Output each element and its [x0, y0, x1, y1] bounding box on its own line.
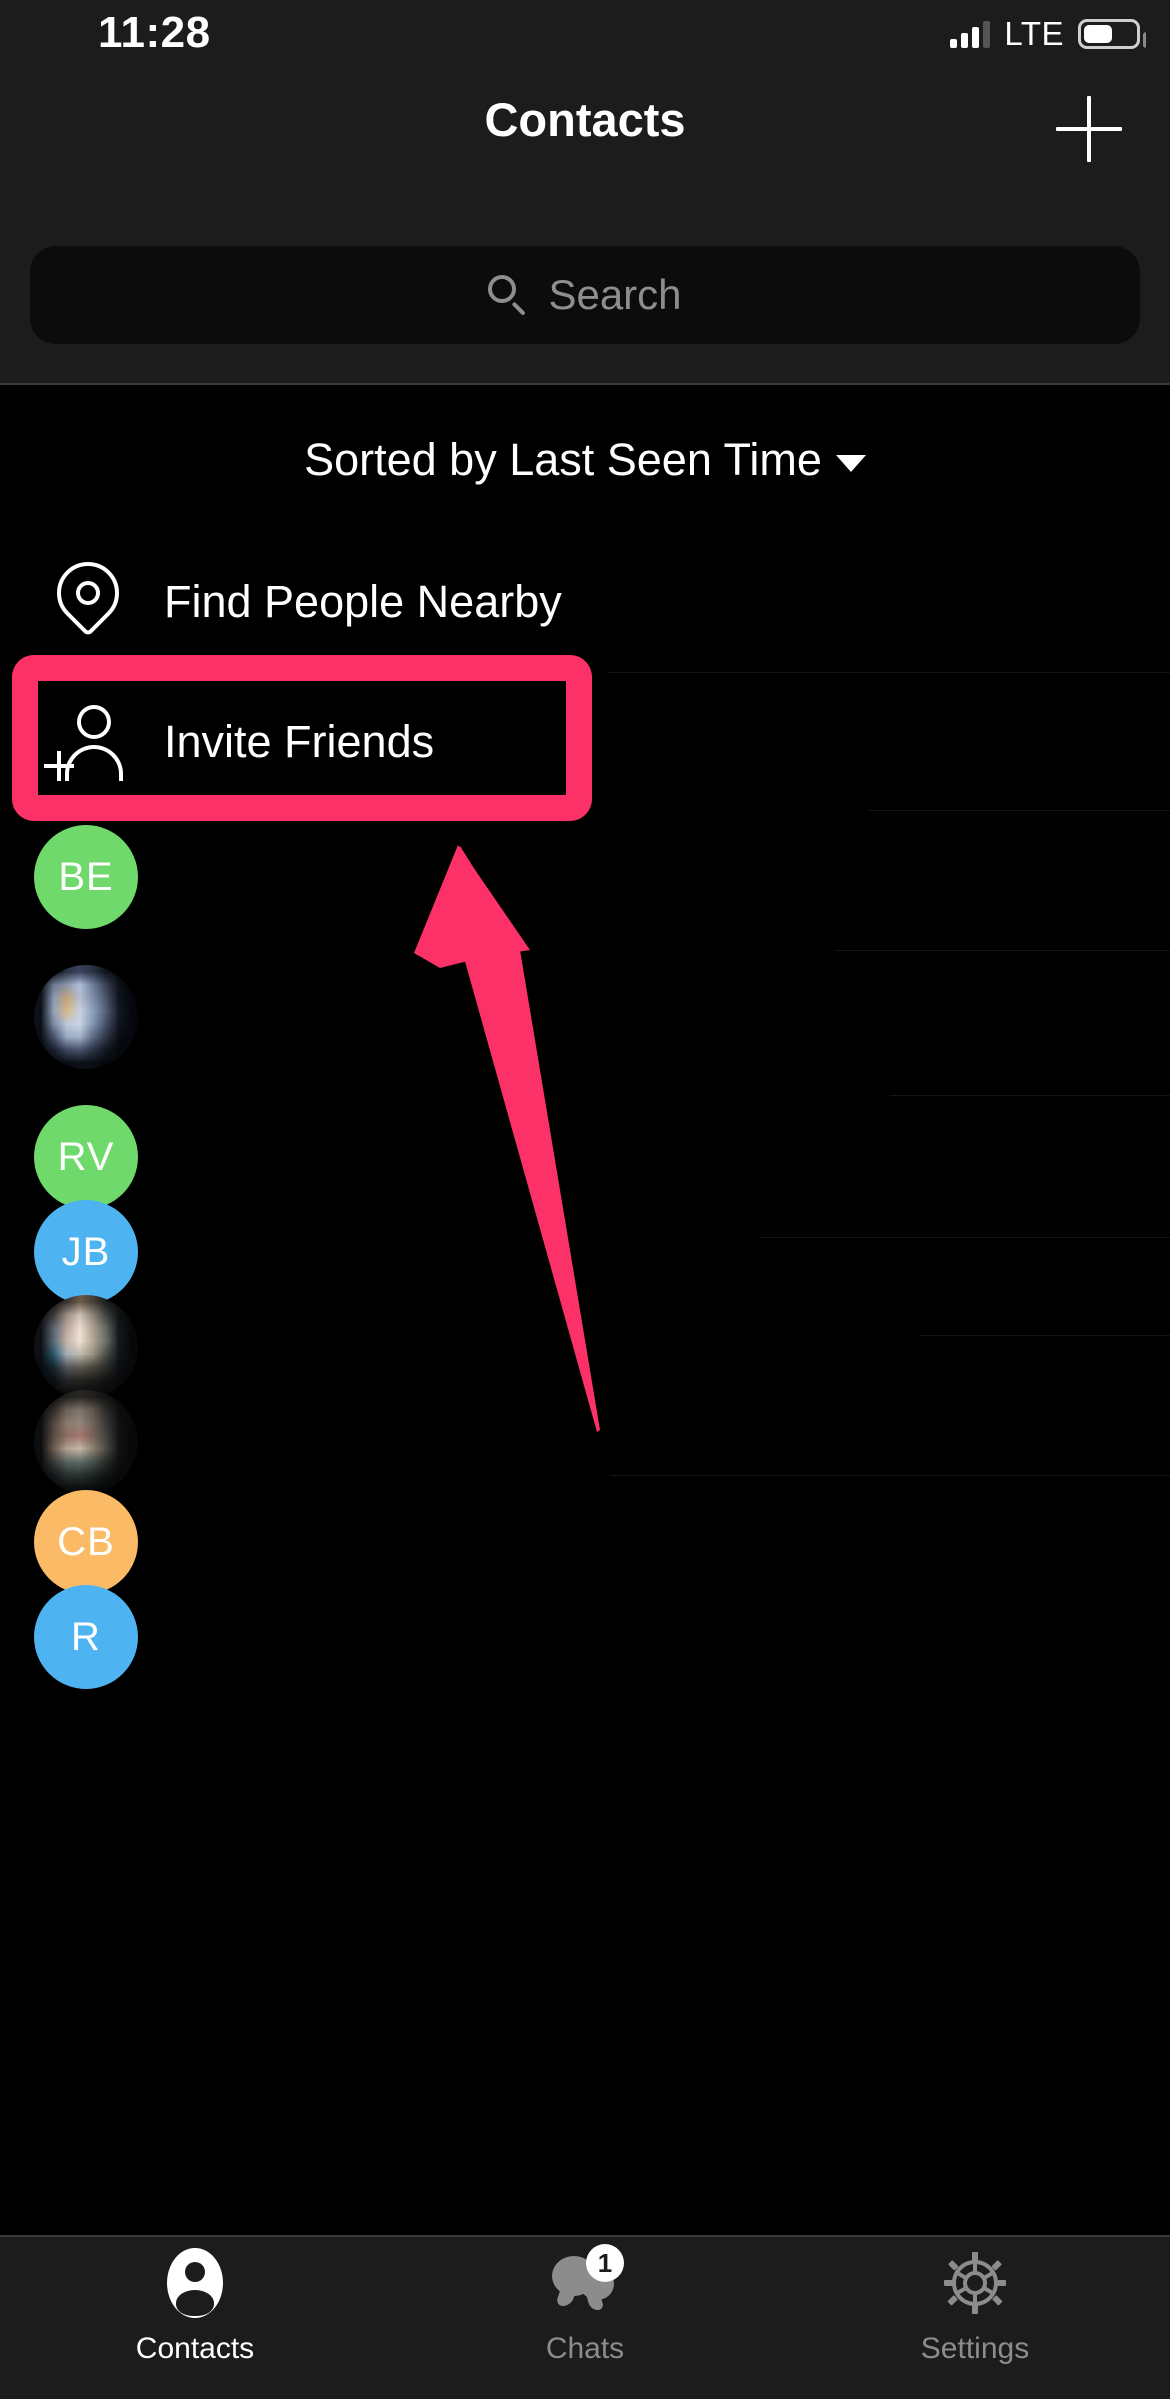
sort-label: Sorted by Last Seen Time [304, 434, 822, 485]
navigation-bar: Contacts [0, 68, 1170, 216]
contact-avatar[interactable]: R [34, 1585, 138, 1689]
action-label-invite-friends: Invite Friends [164, 716, 435, 767]
contact-avatar-photo[interactable] [34, 1390, 138, 1494]
tab-contacts[interactable]: Contacts [0, 2237, 390, 2399]
gear-icon [940, 2248, 1010, 2318]
tab-label-contacts: Contacts [135, 2332, 255, 2365]
list-separator [760, 1237, 1170, 1238]
list-separator [920, 1335, 1170, 1336]
network-type-label: LTE [1004, 15, 1064, 52]
sort-selector[interactable]: Sorted by Last Seen Time [0, 420, 1170, 500]
chats-unread-badge: 1 [586, 2244, 624, 2282]
search-area: Search [0, 216, 1170, 383]
chevron-down-icon [835, 454, 866, 472]
list-separator [608, 672, 1170, 673]
chat-bubbles-icon: 1 [550, 2244, 624, 2318]
cellular-signal-icon [950, 20, 991, 48]
list-separator [890, 1095, 1170, 1096]
action-row-invite-friends[interactable]: Invite Friends [0, 673, 1170, 811]
person-circle-icon [160, 2248, 230, 2318]
list-separator [868, 810, 1170, 811]
action-row-find-people-nearby[interactable]: Find People Nearby [0, 533, 1170, 671]
contact-avatar-photo[interactable] [34, 965, 138, 1069]
list-separator [834, 950, 1170, 951]
contact-avatar-photo[interactable] [34, 1295, 138, 1399]
contact-list[interactable]: Sorted by Last Seen Time Find People Nea… [0, 385, 1170, 2237]
bottom-tab-bar: Contacts 1 Chats Settings [0, 2235, 1170, 2399]
page-title: Contacts [484, 93, 686, 146]
search-icon [488, 275, 528, 316]
contact-avatar[interactable]: BE [34, 825, 138, 929]
contact-initials: R [71, 1614, 101, 1659]
list-separator [610, 1475, 1170, 1476]
tab-settings[interactable]: Settings [780, 2237, 1170, 2399]
contact-initials: BE [58, 854, 114, 899]
status-bar: 11:28 LTE [0, 0, 1170, 68]
phone-screen: 11:28 LTE Contacts Search Sorted by Last… [0, 0, 1170, 2399]
status-time: 11:28 [98, 8, 211, 57]
tab-chats[interactable]: 1 Chats [390, 2237, 780, 2399]
contact-avatar[interactable]: JB [34, 1200, 138, 1304]
contact-avatar[interactable]: CB [34, 1490, 138, 1594]
contact-initials: CB [57, 1519, 115, 1564]
add-contact-plus-icon[interactable] [1056, 96, 1122, 162]
person-add-icon [40, 703, 136, 781]
map-pin-icon [40, 549, 136, 642]
tab-label-settings: Settings [920, 2332, 1030, 2365]
contact-initials: JB [61, 1229, 111, 1274]
tab-label-chats: Chats [545, 2332, 625, 2365]
action-label-find-people-nearby: Find People Nearby [164, 576, 562, 627]
search-placeholder: Search [548, 271, 682, 318]
contact-avatar[interactable]: RV [34, 1105, 138, 1209]
search-input[interactable]: Search [30, 246, 1140, 344]
status-indicators: LTE [950, 14, 1146, 54]
battery-icon [1078, 19, 1146, 49]
contact-initials: RV [57, 1134, 115, 1179]
